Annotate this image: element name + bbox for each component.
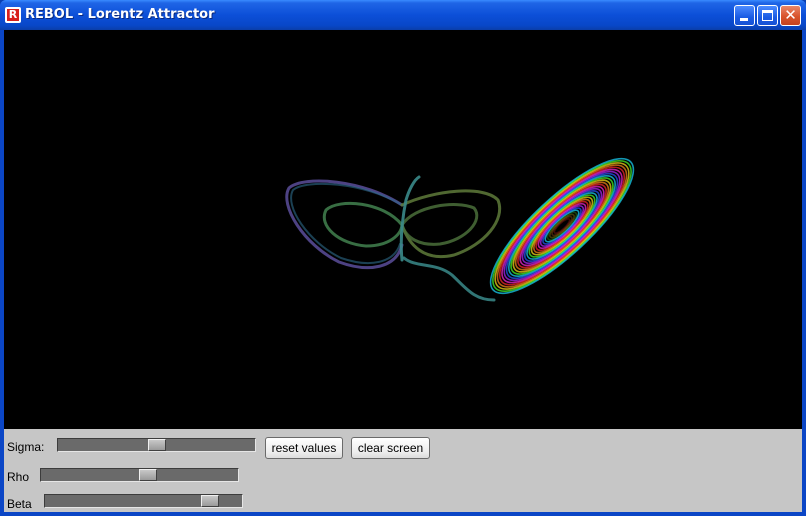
attractor-stroke [400, 189, 502, 258]
maximize-icon [762, 10, 773, 21]
attractor-stroke [322, 201, 404, 248]
minimize-icon [740, 18, 748, 21]
spiral-ring [498, 166, 626, 286]
sigma-slider[interactable] [57, 438, 256, 452]
reset-values-button[interactable]: reset values [265, 437, 343, 459]
rho-slider[interactable] [40, 468, 239, 482]
rho-label: Rho [7, 470, 30, 484]
sigma-slider-knob[interactable] [148, 439, 166, 451]
client-area: Sigma: reset values clear screen Rho Bet… [4, 30, 802, 512]
attractor-stroke [290, 182, 403, 265]
beta-label: Beta [7, 497, 32, 511]
attractor-spiral [489, 157, 635, 295]
spiral-ring [494, 162, 630, 290]
close-button[interactable]: ✕ [780, 5, 801, 26]
window-title: REBOL - Lorentz Attractor [25, 7, 215, 22]
maximize-button[interactable] [757, 5, 778, 26]
title-bar[interactable]: R REBOL - Lorentz Attractor ✕ [0, 0, 806, 30]
attractor-stroke [285, 179, 404, 270]
attractor-stroke [402, 256, 496, 302]
beta-slider[interactable] [44, 494, 243, 508]
spiral-ring [492, 160, 632, 292]
attractor-stroke [400, 203, 479, 246]
attractor-canvas[interactable] [4, 30, 802, 429]
beta-slider-knob[interactable] [201, 495, 219, 507]
lorentz-attractor-drawing [285, 157, 635, 302]
rebol-app-icon[interactable]: R [5, 7, 21, 23]
close-icon: ✕ [784, 6, 797, 24]
rebol-icon-letter: R [7, 8, 19, 21]
sigma-label: Sigma: [7, 440, 45, 454]
rho-slider-knob[interactable] [139, 469, 157, 481]
app-window: R REBOL - Lorentz Attractor ✕ Sigma: res… [0, 0, 806, 516]
clear-screen-button[interactable]: clear screen [351, 437, 430, 459]
minimize-button[interactable] [734, 5, 755, 26]
spiral-ring [501, 168, 623, 284]
attractor-trace [285, 175, 502, 302]
spiral-ring [496, 164, 628, 288]
